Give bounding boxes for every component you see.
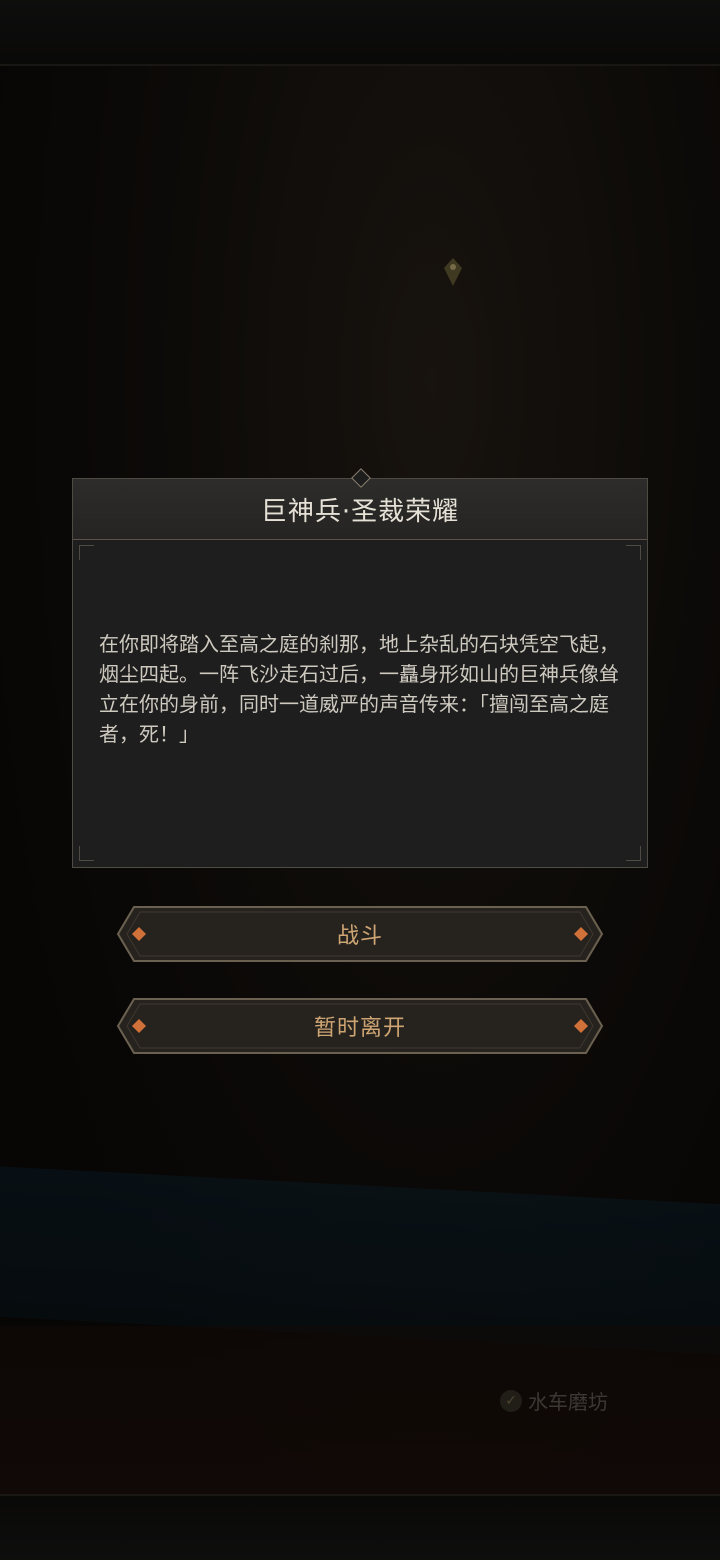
- corner-ornament: [79, 846, 94, 861]
- fight-button[interactable]: 战斗: [114, 903, 606, 965]
- leave-button-label: 暂时离开: [313, 1016, 406, 1041]
- corner-ornament: [626, 846, 641, 861]
- leave-button[interactable]: 暂时离开: [114, 995, 606, 1057]
- corner-ornament: [79, 545, 94, 560]
- fight-button-label: 战斗: [336, 924, 383, 949]
- dialog-body-text: 在你即将踏入至高之庭的刹那，地上杂乱的石块凭空飞起，烟尘四起。一阵飞沙走石过后，…: [99, 632, 619, 746]
- dialog-header: 巨神兵·圣裁荣耀: [73, 479, 647, 540]
- corner-ornament: [626, 545, 641, 560]
- dialog-title: 巨神兵·圣裁荣耀: [260, 496, 460, 527]
- event-dialog: 巨神兵·圣裁荣耀 在你即将踏入至高之庭的刹那，地上杂乱的石块凭空飞起，烟尘四起。…: [72, 468, 648, 868]
